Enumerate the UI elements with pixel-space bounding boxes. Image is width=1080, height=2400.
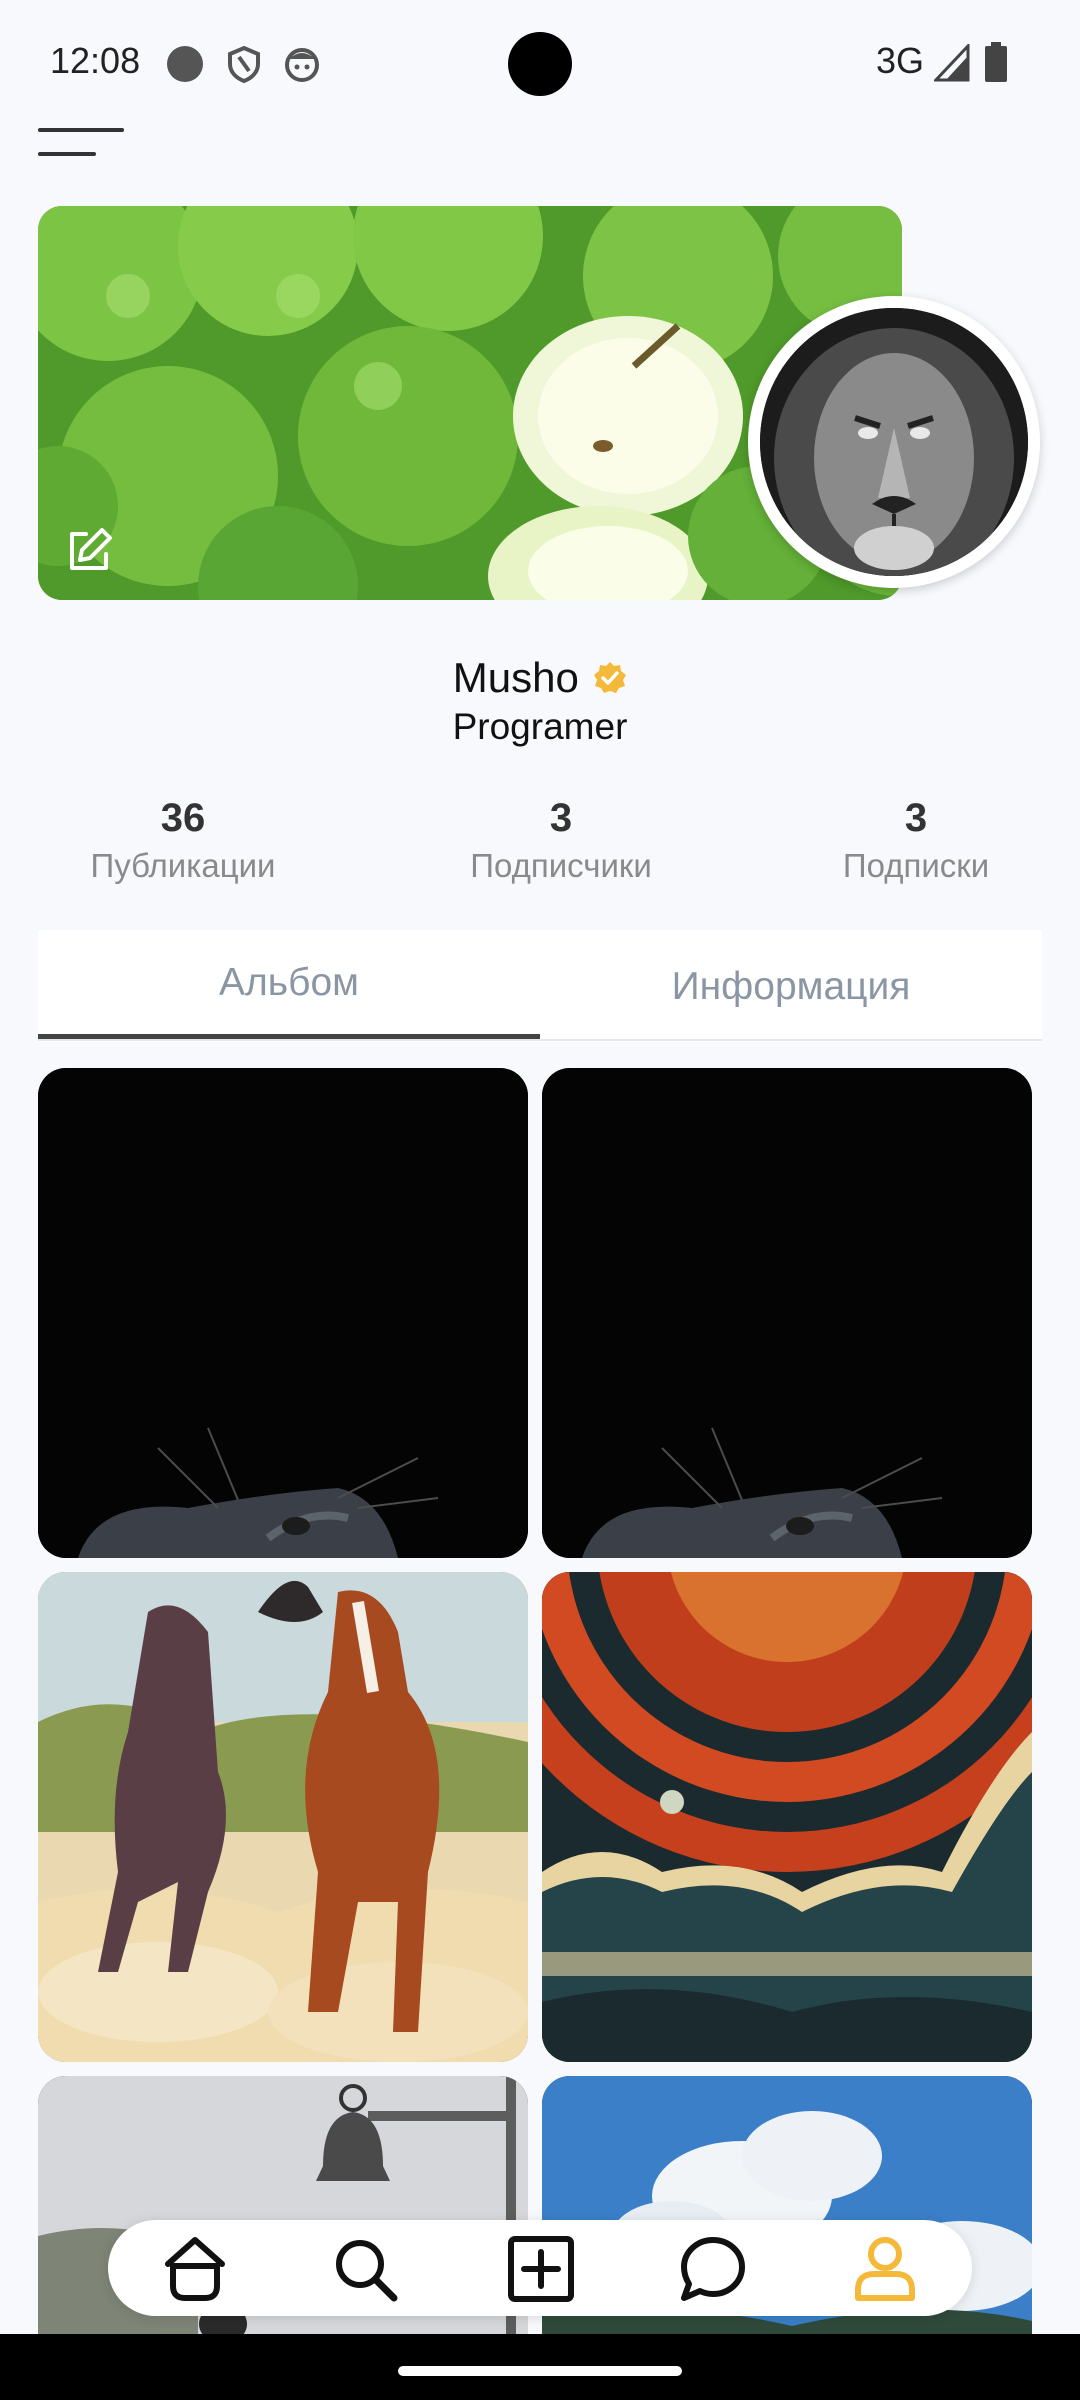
profile-role: Programer: [452, 706, 628, 747]
face-icon: [285, 48, 319, 82]
album-photo[interactable]: [38, 1572, 528, 2062]
profile-icon: [855, 2237, 915, 2301]
space-landscape-image: [542, 1572, 1032, 2062]
stat-following[interactable]: 3 Подписки: [766, 796, 1066, 885]
stat-posts-count: 36: [160, 796, 206, 840]
stat-following-count: 3: [904, 796, 928, 840]
circle-icon: [167, 46, 203, 82]
tab-divider: [38, 1039, 1042, 1041]
tab-album[interactable]: Альбом: [38, 930, 540, 1040]
status-bar: 12:08 3G: [0, 0, 1080, 120]
edit-icon[interactable]: [62, 524, 116, 578]
stat-followers[interactable]: 3 Подписчики: [411, 796, 711, 885]
stat-followers-count: 3: [549, 796, 573, 840]
home-gesture-pill[interactable]: [398, 2366, 682, 2376]
shield-icon: [228, 45, 260, 83]
nav-add[interactable]: [506, 2234, 576, 2304]
tab-info[interactable]: Информация: [540, 930, 1042, 1040]
search-icon: [336, 2240, 398, 2302]
network-label: 3G: [876, 40, 925, 81]
menu-line: [38, 152, 96, 156]
cat-photo-image: [38, 1068, 528, 1558]
nav-profile[interactable]: [850, 2234, 920, 2304]
lion-image: [760, 308, 1028, 576]
album-photo[interactable]: [38, 1068, 528, 1558]
avatar[interactable]: [748, 296, 1040, 588]
stat-followers-label: Подписчики: [470, 847, 652, 884]
chat-icon: [681, 2237, 745, 2301]
avatar-image: [760, 308, 1028, 576]
add-icon: [508, 2236, 574, 2302]
horses-painting-image: [38, 1572, 528, 2062]
stat-posts[interactable]: 36 Публикации: [33, 796, 333, 885]
verified-icon: [594, 662, 627, 693]
nav-chat[interactable]: [678, 2234, 748, 2304]
menu-button[interactable]: [38, 124, 124, 166]
stat-posts-label: Публикации: [90, 847, 276, 884]
tab-indicator: [38, 1034, 540, 1039]
nav-home[interactable]: [160, 2234, 230, 2304]
menu-line: [38, 128, 124, 132]
album-photo[interactable]: [542, 1068, 1032, 1558]
battery-icon: [985, 42, 1007, 82]
bottom-nav: [108, 2220, 972, 2316]
signal-icon: [934, 44, 970, 82]
home-icon: [165, 2237, 225, 2301]
album-photo[interactable]: [542, 1572, 1032, 2062]
status-time: 12:08: [50, 40, 141, 81]
cat-photo-image: [542, 1068, 1032, 1558]
profile-tabs: Альбом Информация: [38, 930, 1042, 1042]
stat-following-label: Подписки: [842, 847, 990, 884]
camera-cutout: [508, 32, 572, 96]
profile-name: Musho: [452, 654, 579, 701]
nav-search[interactable]: [330, 2234, 400, 2304]
profile-name-row: Musho: [0, 654, 1080, 702]
